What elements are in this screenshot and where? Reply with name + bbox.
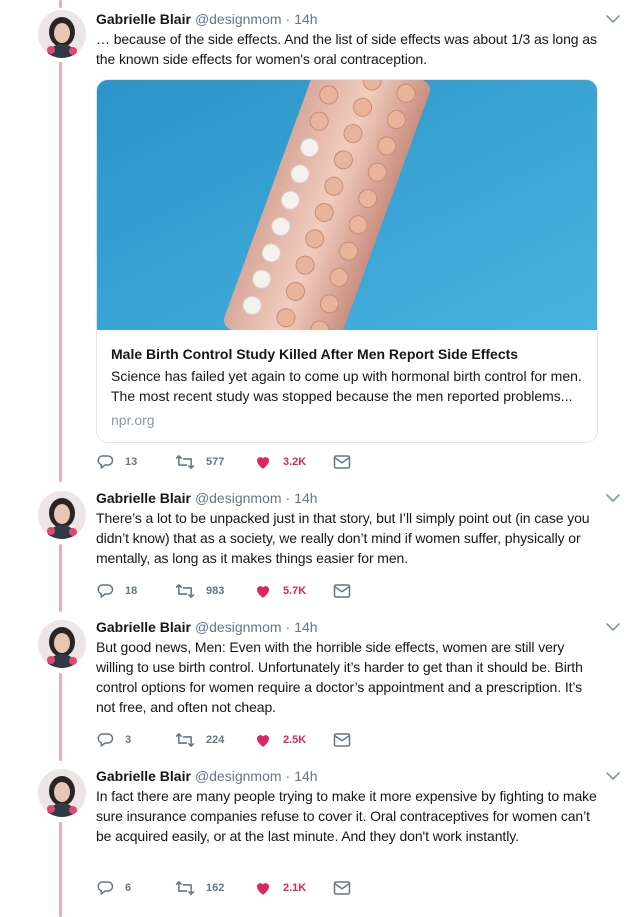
tweet-header: Gabrielle Blair @designmom · 14h	[96, 767, 598, 785]
retweet-count: 224	[206, 734, 225, 746]
avatar[interactable]	[38, 10, 86, 58]
chevron-down-icon[interactable]	[605, 491, 621, 505]
timestamp[interactable]: 14h	[294, 10, 317, 28]
birth-control-pill-pack-photo	[97, 80, 597, 330]
tweet-actions: 18 983 5.7K	[96, 581, 412, 601]
thread-line	[59, 544, 62, 612]
reply-count: 6	[125, 882, 132, 894]
reply-icon	[97, 584, 114, 598]
avatar-image	[38, 769, 86, 817]
like-count: 5.7K	[283, 585, 307, 597]
tweet-text: There’s a lot to be unpacked just in tha…	[96, 510, 590, 566]
direct-message-button[interactable]	[333, 583, 412, 599]
author-handle[interactable]: @designmom	[195, 489, 282, 507]
heart-icon	[257, 586, 269, 598]
separator-dot: ·	[285, 490, 291, 506]
thread-line	[59, 0, 62, 8]
avatar[interactable]	[38, 620, 86, 668]
reply-count: 13	[125, 456, 138, 468]
like-count: 3.2K	[283, 456, 307, 468]
avatar-image	[38, 620, 86, 668]
avatar-image	[38, 10, 86, 58]
card-image	[97, 80, 597, 330]
timestamp[interactable]: 14h	[294, 618, 317, 636]
retweet-count: 162	[206, 882, 225, 894]
direct-message-button[interactable]	[333, 732, 412, 748]
chevron-down-icon[interactable]	[605, 769, 621, 783]
tweet-header: Gabrielle Blair @designmom · 14h	[96, 618, 598, 636]
avatar[interactable]	[38, 491, 86, 539]
heart-icon	[257, 735, 269, 747]
chevron-down-icon[interactable]	[605, 620, 621, 634]
direct-message-button[interactable]	[333, 880, 412, 896]
card-domain: npr.org	[111, 412, 155, 428]
chevron-down-icon[interactable]	[605, 12, 621, 26]
tweet-text: … because of the side effects. And the l…	[96, 31, 597, 67]
author-handle[interactable]: @designmom	[195, 618, 282, 636]
retweet-button[interactable]: 983	[175, 582, 254, 600]
envelope-icon	[333, 733, 351, 747]
heart-icon	[257, 883, 269, 895]
reply-button[interactable]: 18	[96, 582, 175, 600]
tweet-actions: 6 162 2.1K	[96, 878, 412, 898]
tweet-header: Gabrielle Blair @designmom · 14h	[96, 10, 598, 28]
like-button[interactable]: 3.2K	[254, 453, 333, 471]
author-name[interactable]: Gabrielle Blair	[96, 767, 191, 785]
retweet-button[interactable]: 577	[175, 453, 254, 471]
reply-icon	[97, 733, 114, 747]
avatar-image	[38, 491, 86, 539]
retweet-icon	[175, 733, 195, 747]
retweet-count: 577	[206, 456, 225, 468]
reply-icon	[97, 881, 114, 895]
tweet-header: Gabrielle Blair @designmom · 14h	[96, 489, 598, 507]
tweet-actions: 3 224 2.5K	[96, 730, 412, 750]
reply-button[interactable]: 3	[96, 731, 175, 749]
timestamp[interactable]: 14h	[294, 489, 317, 507]
like-button[interactable]: 2.5K	[254, 731, 333, 749]
retweet-icon	[175, 455, 195, 469]
retweet-icon	[175, 584, 195, 598]
retweet-icon	[175, 881, 195, 895]
separator-dot: ·	[285, 768, 291, 784]
retweet-button[interactable]: 224	[175, 731, 254, 749]
thread-line	[59, 62, 62, 482]
separator-dot: ·	[285, 619, 291, 635]
author-handle[interactable]: @designmom	[195, 10, 282, 28]
like-count: 2.5K	[283, 734, 307, 746]
tweet-actions: 13 577 3.2K	[96, 452, 412, 472]
reply-icon	[97, 455, 114, 469]
retweet-button[interactable]: 162	[175, 879, 254, 897]
envelope-icon	[333, 881, 351, 895]
author-name[interactable]: Gabrielle Blair	[96, 618, 191, 636]
like-button[interactable]: 5.7K	[254, 582, 333, 600]
reply-count: 3	[125, 734, 132, 746]
like-button[interactable]: 2.1K	[254, 879, 333, 897]
card-description: Science has failed yet again to come up …	[111, 368, 582, 404]
author-handle[interactable]: @designmom	[195, 767, 282, 785]
timestamp[interactable]: 14h	[294, 767, 317, 785]
author-name[interactable]: Gabrielle Blair	[96, 10, 191, 28]
separator-dot: ·	[285, 11, 291, 27]
reply-button[interactable]: 13	[96, 453, 175, 471]
reply-button[interactable]: 6	[96, 879, 175, 897]
reply-count: 18	[125, 585, 138, 597]
envelope-icon	[333, 455, 351, 469]
retweet-count: 983	[206, 585, 225, 597]
direct-message-button[interactable]	[333, 454, 412, 470]
like-count: 2.1K	[283, 882, 307, 894]
envelope-icon	[333, 584, 351, 598]
link-card[interactable]: Male Birth Control Study Killed After Me…	[96, 79, 598, 443]
tweet-text: In fact there are many people trying to …	[96, 788, 597, 844]
avatar[interactable]	[38, 769, 86, 817]
heart-icon	[257, 457, 269, 469]
thread-line	[59, 673, 62, 761]
card-title: Male Birth Control Study Killed After Me…	[111, 346, 519, 362]
tweet-text: But good news, Men: Even with the horrib…	[96, 639, 583, 715]
author-name[interactable]: Gabrielle Blair	[96, 489, 191, 507]
thread-line	[59, 822, 62, 917]
